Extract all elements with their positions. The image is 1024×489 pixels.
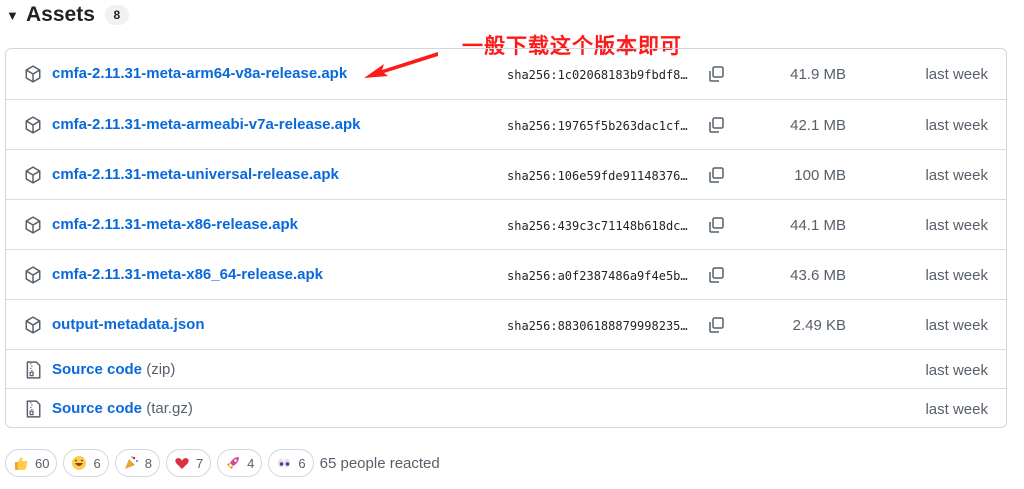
asset-link[interactable]: cmfa-2.11.31-meta-arm64-v8a-release.apk — [52, 65, 347, 82]
reactions-bar: 60 6 8 7 4 6 65 people reacted — [5, 448, 440, 478]
copy-icon[interactable] — [706, 315, 726, 335]
sha-digest: sha256:a0f2387486a9f4e5b… — [507, 269, 688, 283]
sha-digest: sha256:1c02068183b9fbdf8… — [507, 68, 688, 82]
reaction-eyes[interactable]: 6 — [268, 449, 314, 477]
asset-time: last week — [925, 317, 988, 334]
asset-size: 43.6 MB — [790, 267, 846, 284]
asset-size: 41.9 MB — [790, 66, 846, 83]
caret-down-icon[interactable]: ▼ — [6, 8, 20, 23]
eyes-icon — [278, 458, 291, 468]
asset-time: last week — [925, 217, 988, 234]
thumbs-up-icon — [15, 457, 28, 470]
asset-time: last week — [925, 167, 988, 184]
copy-icon[interactable] — [706, 115, 726, 135]
reaction-count: 6 — [298, 455, 306, 471]
package-icon — [25, 65, 41, 83]
reaction-hooray[interactable]: 8 — [114, 449, 160, 477]
laugh-icon — [72, 456, 87, 470]
asset-size: 2.49 KB — [792, 317, 846, 334]
source-row: Source code (zip) last week — [6, 349, 1006, 389]
asset-row: cmfa-2.11.31-meta-armeabi-v7a-release.ap… — [6, 99, 1006, 150]
asset-size: 42.1 MB — [790, 117, 846, 134]
copy-icon[interactable] — [706, 64, 726, 84]
reaction-count: 6 — [93, 455, 101, 471]
reaction-count: 7 — [195, 455, 204, 471]
package-icon — [25, 116, 41, 134]
source-link[interactable]: Source code (tar.gz) — [52, 400, 193, 417]
assets-header[interactable]: ▼ Assets 8 — [6, 0, 129, 30]
file-zip-icon — [26, 361, 41, 379]
copy-icon[interactable] — [706, 215, 726, 235]
asset-link[interactable]: cmfa-2.11.31-meta-armeabi-v7a-release.ap… — [52, 116, 361, 133]
package-icon — [25, 216, 41, 234]
asset-row: output-metadata.json sha256:883061888799… — [6, 299, 1006, 350]
reactions-summary: 65 people reacted — [319, 454, 440, 472]
reaction-heart[interactable]: 7 — [165, 449, 212, 477]
asset-list: cmfa-2.11.31-meta-arm64-v8a-release.apk … — [5, 48, 1007, 428]
reaction-count: 4 — [247, 455, 255, 471]
assets-count-badge: 8 — [104, 5, 129, 25]
source-row: Source code (tar.gz) last week — [6, 388, 1006, 427]
sha-digest: sha256:88306188879998235… — [507, 319, 688, 333]
asset-row: cmfa-2.11.31-meta-universal-release.apk … — [6, 149, 1006, 200]
reaction-thumbs-up[interactable]: 60 — [5, 449, 58, 477]
rocket-icon — [227, 457, 240, 469]
package-icon — [25, 166, 41, 184]
heart-icon — [175, 458, 189, 469]
source-link[interactable]: Source code (zip) — [52, 361, 175, 378]
asset-size: 44.1 MB — [790, 217, 846, 234]
copy-icon[interactable] — [706, 265, 726, 285]
copy-icon[interactable] — [706, 165, 726, 185]
asset-row: cmfa-2.11.31-meta-arm64-v8a-release.apk … — [6, 49, 1006, 99]
sha-digest: sha256:439c3c71148b618dc… — [507, 219, 688, 233]
asset-link[interactable]: cmfa-2.11.31-meta-x86-release.apk — [52, 216, 298, 233]
package-icon — [25, 316, 41, 334]
source-time: last week — [925, 362, 988, 379]
asset-link[interactable]: output-metadata.json — [52, 316, 205, 333]
reaction-count: 8 — [144, 455, 152, 471]
sha-digest: sha256:19765f5b263dac1cf… — [507, 119, 688, 133]
reaction-laugh[interactable]: 6 — [63, 449, 109, 477]
reaction-count: 60 — [35, 455, 50, 471]
asset-link[interactable]: cmfa-2.11.31-meta-x86_64-release.apk — [52, 266, 323, 283]
package-icon — [25, 266, 41, 284]
asset-size: 100 MB — [794, 167, 846, 184]
asset-row: cmfa-2.11.31-meta-x86_64-release.apk sha… — [6, 249, 1006, 300]
asset-time: last week — [925, 267, 988, 284]
hooray-icon — [124, 456, 138, 469]
sha-digest: sha256:106e59fde91148376… — [507, 169, 688, 183]
reaction-rocket[interactable]: 4 — [217, 449, 263, 477]
asset-time: last week — [925, 117, 988, 134]
source-time: last week — [925, 401, 988, 418]
asset-time: last week — [925, 66, 988, 83]
file-zip-icon — [26, 400, 41, 418]
assets-title: Assets — [26, 3, 95, 26]
asset-link[interactable]: cmfa-2.11.31-meta-universal-release.apk — [52, 166, 339, 183]
asset-row: cmfa-2.11.31-meta-x86-release.apk sha256… — [6, 199, 1006, 250]
